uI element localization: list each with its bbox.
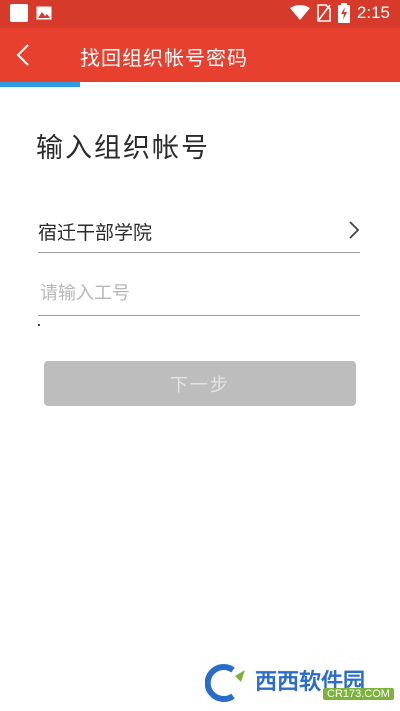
decorative-dot [38,324,40,326]
organization-selector[interactable]: 宿迁干部学院 [38,208,360,253]
clock: 2:15 [356,3,390,22]
app-bar: 找回组织帐号密码 [0,28,400,82]
status-bar-right: 2:15 [289,3,390,23]
chevron-right-icon [349,221,360,239]
no-sim-icon [317,4,331,22]
organization-value: 宿迁干部学院 [38,222,153,244]
back-arrow-icon[interactable] [10,40,40,70]
image-icon [36,6,52,20]
employee-id-field-wrapper [38,273,364,316]
status-bar-left [10,4,52,22]
progress-indicator [0,82,80,87]
section-heading: 输入组织帐号 [36,133,210,164]
employee-id-input[interactable] [38,273,364,313]
battery-charging-icon [337,3,350,23]
next-button[interactable]: 下一步 [44,361,356,406]
page-title: 找回组织帐号密码 [80,46,248,70]
status-bar: 2:15 [0,0,400,28]
wifi-icon [289,5,310,20]
watermark: 西西软件园 CR173.COM [205,662,394,702]
watermark-site: CR173.COM [323,688,394,700]
square-icon [10,4,28,22]
